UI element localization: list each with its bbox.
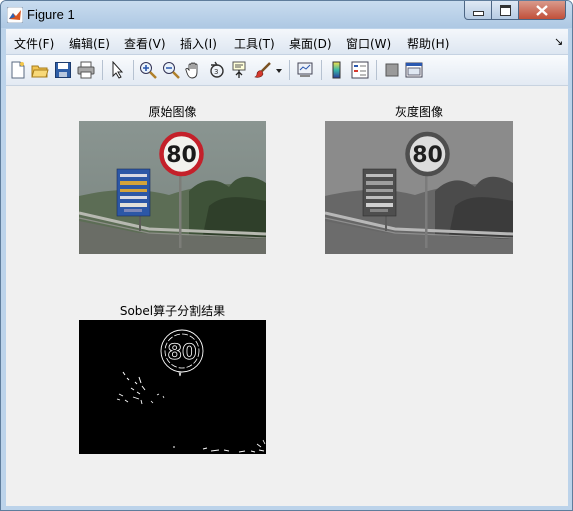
figure-toolbar: 3 <box>6 55 568 86</box>
show-plot-tools-icon[interactable] <box>405 61 423 79</box>
pointer-icon[interactable] <box>109 61 127 79</box>
menu-tools[interactable]: 工具(T) <box>234 35 275 52</box>
close-icon <box>536 4 548 16</box>
subplot-title-grayscale: 灰度图像 <box>394 105 443 119</box>
grayscale-sign-text: 80 <box>412 143 443 168</box>
client-area: 文件(F) 编辑(E) 查看(V) 插入(I) 工具(T) 桌面(D) 窗口(W… <box>6 29 568 506</box>
window-title: Figure 1 <box>27 7 75 22</box>
toolbar-separator <box>376 60 377 80</box>
subplot-title-sobel: Sobel算子分割结果 <box>119 304 226 318</box>
matlab-logo-icon <box>7 7 23 23</box>
minimize-button[interactable] <box>464 1 492 20</box>
menu-view[interactable]: 查看(V) <box>124 35 166 52</box>
original-image-axes[interactable]: 80 <box>79 121 266 254</box>
toolbar-separator <box>102 60 103 80</box>
menu-file[interactable]: 文件(F) <box>14 35 54 52</box>
menu-edit[interactable]: 编辑(E) <box>69 35 110 52</box>
sobel-edge-axes[interactable]: 80 <box>79 320 266 454</box>
pan-hand-icon[interactable] <box>185 61 203 79</box>
toolbar-separator <box>133 60 134 80</box>
toolbar-separator <box>321 60 322 80</box>
maximize-icon <box>499 4 511 16</box>
legend-icon[interactable] <box>351 61 369 79</box>
close-button[interactable] <box>519 1 566 20</box>
brush-dropdown-icon[interactable] <box>274 61 284 79</box>
brush-icon[interactable] <box>254 61 272 79</box>
original-image: 80 <box>79 121 266 254</box>
data-cursor-icon[interactable] <box>231 61 249 79</box>
save-icon[interactable] <box>54 61 72 79</box>
figure-canvas: 原始图像 80 灰度图像 80 Sobel算子分割结果 80 <box>6 87 568 506</box>
menu-window[interactable]: 窗口(W) <box>346 35 391 52</box>
rotate-3d-icon[interactable]: 3 <box>208 61 226 79</box>
grayscale-image: 80 <box>325 121 513 254</box>
new-figure-icon[interactable] <box>9 61 27 79</box>
toolbar-separator <box>289 60 290 80</box>
minimize-icon <box>472 10 484 16</box>
original-sign-text: 80 <box>166 143 197 168</box>
svg-text:3: 3 <box>214 68 218 76</box>
menu-help[interactable]: 帮助(H) <box>407 35 449 52</box>
colorbar-icon[interactable] <box>328 61 346 79</box>
figure-window: Figure 1 文件(F) 编辑(E) 查看(V) 插入(I) 工具(T) 桌… <box>0 0 573 511</box>
zoom-out-icon[interactable] <box>162 61 180 79</box>
open-folder-icon[interactable] <box>31 61 49 79</box>
zoom-in-icon[interactable] <box>139 61 157 79</box>
menu-insert[interactable]: 插入(I) <box>180 35 217 52</box>
menu-bar: 文件(F) 编辑(E) 查看(V) 插入(I) 工具(T) 桌面(D) 窗口(W… <box>6 29 568 55</box>
menubar-dock-arrow-icon[interactable]: ↘ <box>554 35 563 48</box>
maximize-button[interactable] <box>492 1 519 20</box>
sobel-edge-image: 80 <box>79 320 266 454</box>
hide-plot-tools-icon[interactable] <box>383 61 401 79</box>
subplot-title-original: 原始图像 <box>148 105 197 119</box>
title-bar[interactable]: Figure 1 <box>1 1 572 28</box>
print-icon[interactable] <box>77 61 95 79</box>
sobel-sign-text: 80 <box>167 340 196 364</box>
grayscale-image-axes[interactable]: 80 <box>325 121 513 254</box>
menu-desktop[interactable]: 桌面(D) <box>289 35 332 52</box>
link-plot-icon[interactable] <box>296 61 314 79</box>
